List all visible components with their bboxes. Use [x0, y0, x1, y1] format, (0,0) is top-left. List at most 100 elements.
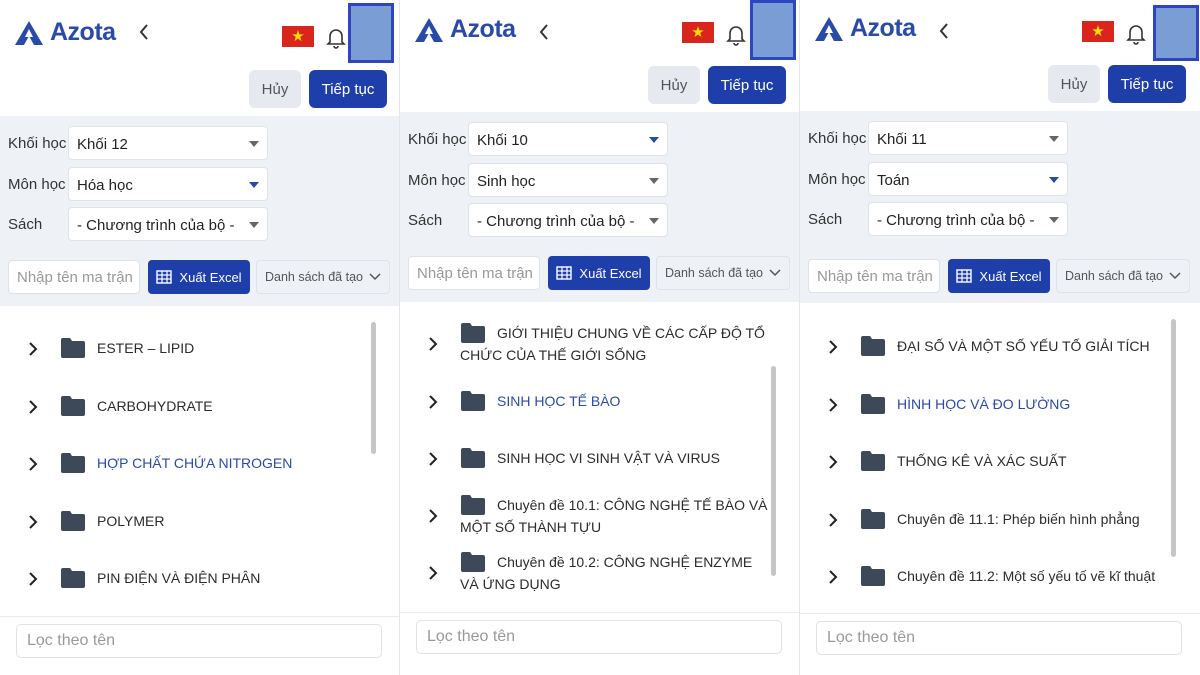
avatar[interactable] [1153, 5, 1199, 61]
subject-value: Sinh học [477, 173, 536, 190]
bell-icon[interactable] [326, 27, 346, 49]
chevron-left-icon[interactable] [538, 22, 550, 42]
continue-button[interactable]: Tiếp tục [708, 66, 786, 104]
scrollbar[interactable] [371, 322, 376, 454]
app-header: Azota ★ [400, 0, 799, 66]
logo-text: Azota [450, 15, 516, 43]
export-excel-button[interactable]: Xuất Excel [948, 259, 1050, 293]
folder-icon [861, 566, 885, 586]
bell-icon[interactable] [1126, 23, 1146, 45]
bell-icon[interactable] [726, 24, 746, 46]
tree-item-label: ĐẠI SỐ VÀ MỘT SỐ YẾU TỐ GIẢI TÍCH [897, 338, 1150, 354]
filter-section: Khối học Khối 11 Môn học Toán Sách - Chư… [800, 111, 1200, 303]
subject-select[interactable]: Sinh học [468, 163, 668, 197]
filter-by-name-input[interactable] [16, 624, 382, 658]
chevron-right-icon[interactable] [428, 451, 438, 467]
avatar[interactable] [750, 0, 796, 60]
filter-by-name-input[interactable] [816, 621, 1182, 655]
grade-select[interactable]: Khối 12 [68, 126, 268, 160]
tree-item-label: SINH HỌC VI SINH VẬT VÀ VIRUS [497, 450, 721, 466]
grade-select[interactable]: Khối 10 [468, 122, 668, 156]
chevron-left-icon[interactable] [138, 22, 150, 42]
continue-button[interactable]: Tiếp tục [309, 70, 387, 108]
filter-footer [800, 613, 1200, 675]
scrollbar[interactable] [771, 366, 776, 576]
vietnam-flag-icon[interactable]: ★ [1082, 21, 1114, 42]
vietnam-flag-icon[interactable]: ★ [282, 26, 314, 47]
subject-select[interactable]: Hóa học [68, 167, 268, 201]
action-row: Hủy Tiếp tục [800, 61, 1200, 111]
chevron-right-icon[interactable] [828, 339, 838, 355]
logo-text: Azota [50, 18, 116, 46]
filter-by-name-input[interactable] [416, 620, 782, 654]
chevron-right-icon[interactable] [28, 456, 38, 472]
cancel-button[interactable]: Hủy [249, 70, 301, 108]
tree-item-label: ESTER – LIPID [97, 340, 195, 356]
folder-icon [861, 336, 885, 356]
logo-text: Azota [850, 14, 916, 42]
caret-down-icon [1049, 177, 1059, 183]
chevron-right-icon[interactable] [828, 569, 838, 585]
export-excel-label: Xuất Excel [979, 268, 1042, 284]
folder-icon [461, 448, 485, 468]
matrix-name-input[interactable] [8, 260, 140, 294]
scrollbar[interactable] [1171, 319, 1176, 557]
chevron-down-icon [769, 269, 781, 277]
grade-value: Khối 12 [77, 136, 128, 153]
avatar[interactable] [348, 3, 394, 63]
book-value: - Chương trình của bộ - [477, 213, 635, 230]
chevron-right-icon[interactable] [28, 399, 38, 415]
tree-item-label: THỐNG KÊ VÀ XÁC SUẤT [897, 453, 1067, 469]
book-value: - Chương trình của bộ - [77, 217, 235, 234]
folder-icon [61, 511, 85, 531]
chevron-right-icon[interactable] [28, 341, 38, 357]
panel-grade-11: Azota ★ Hủy Tiếp tục Khối học Khối 11 Mô… [800, 0, 1200, 675]
created-list-dropdown[interactable]: Danh sách đã tạo [256, 260, 390, 294]
tree-item-label: Chuyên đề 10.1: CÔNG NGHỆ TẾ BÀO VÀ MỘT … [460, 497, 768, 535]
chevron-right-icon[interactable] [828, 512, 838, 528]
matrix-name-input[interactable] [808, 259, 940, 293]
caret-down-icon [649, 218, 659, 224]
table-icon [956, 269, 973, 283]
azota-logo[interactable]: Azota [814, 14, 916, 43]
export-excel-button[interactable]: Xuất Excel [148, 260, 250, 294]
cancel-button[interactable]: Hủy [1048, 65, 1100, 103]
tree-item-label: Chuyên đề 11.1: Phép biến hình phẳng [897, 511, 1140, 527]
continue-button[interactable]: Tiếp tục [1108, 65, 1186, 103]
cancel-button[interactable]: Hủy [648, 66, 700, 104]
subject-label: Môn học [408, 172, 466, 189]
chevron-right-icon[interactable] [428, 508, 438, 524]
subject-value: Toán [877, 172, 910, 189]
chevron-right-icon[interactable] [428, 394, 438, 410]
created-list-dropdown[interactable]: Danh sách đã tạo [1056, 259, 1190, 293]
grade-label: Khối học [808, 130, 867, 147]
subject-select[interactable]: Toán [868, 162, 1068, 196]
grade-select[interactable]: Khối 11 [868, 121, 1068, 155]
book-select[interactable]: - Chương trình của bộ - [68, 207, 268, 241]
book-select[interactable]: - Chương trình của bộ - [868, 202, 1068, 236]
tree-item-label: PIN ĐIỆN VÀ ĐIỆN PHÂN [97, 570, 261, 586]
filter-section: Khối học Khối 10 Môn học Sinh học Sách -… [400, 112, 799, 302]
chevron-right-icon[interactable] [828, 454, 838, 470]
chevron-left-icon[interactable] [938, 21, 950, 41]
created-list-dropdown[interactable]: Danh sách đã tạo [656, 256, 790, 290]
chevron-right-icon[interactable] [428, 336, 438, 352]
chevron-right-icon[interactable] [28, 571, 38, 587]
chevron-right-icon[interactable] [28, 514, 38, 530]
folder-icon [61, 338, 85, 358]
chevron-right-icon[interactable] [828, 397, 838, 413]
created-list-label: Danh sách đã tạo [265, 270, 363, 284]
table-icon [556, 266, 573, 280]
topic-tree: GIỚI THIỆU CHUNG VỀ CÁC CẤP ĐỘ TỔ CHỨC C… [400, 302, 799, 612]
subject-label: Môn học [8, 176, 66, 193]
created-list-label: Danh sách đã tạo [1065, 269, 1163, 283]
chevron-right-icon[interactable] [428, 565, 438, 581]
azota-logo[interactable]: Azota [414, 15, 516, 44]
book-select[interactable]: - Chương trình của bộ - [468, 203, 668, 237]
caret-down-icon [649, 137, 659, 143]
table-icon [156, 270, 173, 284]
matrix-name-input[interactable] [408, 256, 540, 290]
export-excel-button[interactable]: Xuất Excel [548, 256, 650, 290]
azota-logo[interactable]: Azota [14, 18, 116, 47]
vietnam-flag-icon[interactable]: ★ [682, 22, 714, 43]
